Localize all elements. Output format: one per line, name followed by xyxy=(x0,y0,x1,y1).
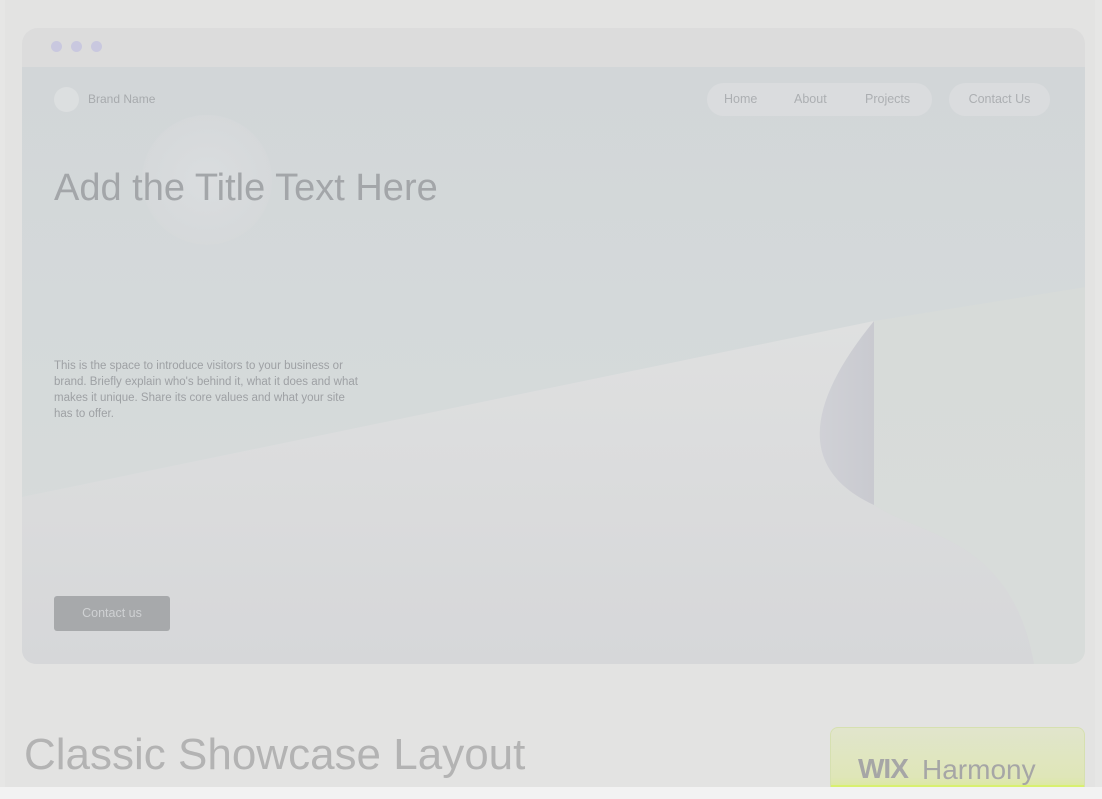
window-dot-icon xyxy=(91,41,102,52)
badge-product: Harmony xyxy=(922,754,1036,785)
window-dot-icon xyxy=(71,41,82,52)
bottom-edge xyxy=(0,787,1102,799)
nav-link-about[interactable]: About xyxy=(794,92,827,106)
hero-title: Add the Title Text Here xyxy=(54,167,438,209)
browser-title-bar xyxy=(22,28,1085,68)
window-dot-icon xyxy=(51,41,62,52)
badge-brand: WIX xyxy=(858,753,909,784)
nav-link-home[interactable]: Home xyxy=(724,92,757,106)
contact-us-button[interactable]: Contact us xyxy=(54,596,170,631)
hero-description: This is the space to introduce visitors … xyxy=(54,359,358,420)
nav-link-projects[interactable]: Projects xyxy=(865,92,910,106)
nav-contact-button[interactable]: Contact Us xyxy=(949,83,1050,116)
website-preview[interactable]: Brand Name Home About Projects Contact U… xyxy=(22,67,1085,664)
brand-name[interactable]: Brand Name xyxy=(88,92,155,106)
brand-logo-icon[interactable] xyxy=(54,87,79,112)
layout-name: Classic Showcase Layout xyxy=(24,730,526,779)
